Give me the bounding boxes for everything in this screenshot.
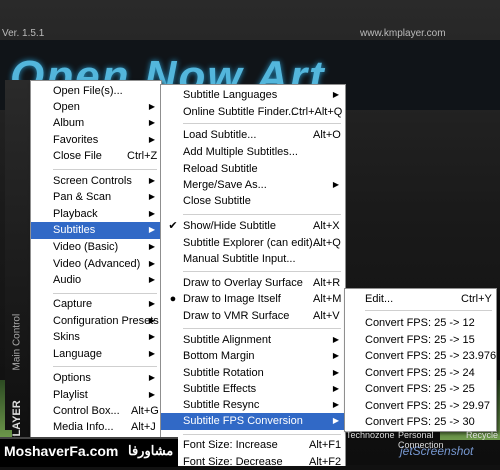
radio-dot-icon: ● [169,293,177,305]
desktop-label-technozone: Technozone [346,430,395,440]
menu-separator [183,328,341,329]
menu-item-fps-30[interactable]: Convert FPS: 25 -> 30 [345,414,496,430]
menu-item-manual-subtitle-input[interactable]: Manual Subtitle Input... [161,251,345,267]
chevron-right-icon: ▶ [332,384,339,393]
menu-item-playlist[interactable]: Playlist ▶ [31,387,161,403]
chevron-right-icon: ▶ [148,176,155,185]
menu-item-screen-controls[interactable]: Screen Controls ▶ [31,173,161,189]
menu-item-merge-save-as[interactable]: Merge/Save As... ▶ [161,177,345,193]
menu-item-pan-scan[interactable]: Pan & Scan ▶ [31,189,161,205]
chevron-right-icon: ▶ [148,316,155,325]
sidebar-section: Main Control [11,313,23,371]
menu-item-playback[interactable]: Playback ▶ [31,206,161,222]
menu-item-fps-15[interactable]: Convert FPS: 25 -> 15 [345,332,496,348]
menu-item-subtitle-effects[interactable]: Subtitle Effects ▶ [161,381,345,397]
menu-item-subtitle-fps-conversion[interactable]: Subtitle FPS Conversion ▶ [161,413,345,430]
menu-item-video-basic[interactable]: Video (Basic) ▶ [31,239,161,255]
sidebar-caption: KMPLAYER Main Control [5,80,30,461]
menu-item-configuration-presets[interactable]: Configuration Presets ▶ [31,313,161,329]
menu-item-draw-overlay-surface[interactable]: Draw to Overlay Surface Alt+R [161,275,345,291]
chevron-right-icon: ▶ [148,118,155,127]
chevron-right-icon: ▶ [332,368,339,377]
chevron-right-icon: ▶ [332,400,339,409]
menu-item-video-advanced[interactable]: Video (Advanced) ▶ [31,256,161,272]
chevron-right-icon: ▶ [148,225,155,234]
menu-separator [53,293,157,294]
fps-conversion-submenu: Edit... Ctrl+Y Convert FPS: 25 -> 12 Conv… [344,288,497,432]
main-menu: Open File(s)... Open ▶ Album ▶ Favorites ▶ … [30,80,162,438]
footer-brand-bar: MoshaverFa.com مشاورفا [0,437,178,467]
menu-item-capture[interactable]: Capture ▶ [31,296,161,312]
menu-item-media-info[interactable]: Media Info... Alt+J [31,419,161,435]
menu-item-bottom-margin[interactable]: Bottom Margin ▶ [161,348,345,364]
menu-separator [53,366,157,367]
chevron-right-icon: ▶ [148,102,155,111]
menu-item-fps-25[interactable]: Convert FPS: 25 -> 25 [345,381,496,397]
subtitles-submenu: Subtitle Languages ▶ Online Subtitle Find… [160,84,346,468]
menu-item-open-files[interactable]: Open File(s)... [31,83,161,99]
version-label: Ver. 1.5.1 [2,28,45,39]
menu-item-language[interactable]: Language ▶ [31,346,161,362]
chevron-right-icon: ▶ [148,259,155,268]
menu-separator [183,271,341,272]
chevron-right-icon: ▶ [148,373,155,382]
chevron-right-icon: ▶ [148,242,155,251]
menu-item-close-file[interactable]: Close File Ctrl+Z [31,148,161,164]
menu-item-fps-2997[interactable]: Convert FPS: 25 -> 29.97 [345,398,496,414]
menu-item-control-box[interactable]: Control Box... Alt+G [31,403,161,419]
menu-item-close-subtitle[interactable]: Close Subtitle [161,193,345,209]
chevron-right-icon: ▶ [148,332,155,341]
chevron-right-icon: ▶ [148,275,155,284]
menu-item-audio[interactable]: Audio ▶ [31,272,161,288]
menu-separator [365,310,492,311]
menu-item-draw-image-itself[interactable]: ● Draw to Image Itself Alt+M [161,291,345,307]
menu-item-font-size-increase[interactable]: Font Size: Increase Alt+F1 [161,437,345,453]
menu-item-album[interactable]: Album ▶ [31,115,161,131]
menu-item-favorites[interactable]: Favorites ▶ [31,132,161,148]
chevron-right-icon: ▶ [332,180,339,189]
footer-site-persian: مشاورفا [128,443,174,458]
desktop-label-recycle: Recycle [466,430,499,440]
menu-item-fps-24[interactable]: Convert FPS: 25 -> 24 [345,365,496,381]
chevron-right-icon: ▶ [148,209,155,218]
menu-item-options[interactable]: Options ▶ [31,370,161,386]
menu-item-subtitle-rotation[interactable]: Subtitle Rotation ▶ [161,365,345,381]
menu-item-subtitles[interactable]: Subtitles ▶ [31,222,161,239]
chevron-right-icon: ▶ [148,349,155,358]
menu-item-fps-23976[interactable]: Convert FPS: 25 -> 23.976 [345,348,496,364]
menu-item-fps-12[interactable]: Convert FPS: 25 -> 12 [345,315,496,331]
footer-site-latin: MoshaverFa.com [4,443,119,459]
menu-item-add-multiple-subtitles[interactable]: Add Multiple Subtitles... [161,144,345,160]
chevron-right-icon: ▶ [332,90,339,99]
menu-item-font-size-decrease[interactable]: Font Size: Decrease Alt+F2 [161,454,345,470]
menu-item-subtitle-languages[interactable]: Subtitle Languages ▶ [161,87,345,103]
chevron-right-icon: ▶ [148,135,155,144]
menu-separator [183,214,341,215]
menu-item-subtitle-alignment[interactable]: Subtitle Alignment ▶ [161,332,345,348]
chevron-right-icon: ▶ [332,335,339,344]
chevron-right-icon: ▶ [332,351,339,360]
chevron-right-icon: ▶ [332,416,339,425]
chevron-right-icon: ▶ [148,299,155,308]
menu-item-show-hide-subtitle[interactable]: ✔ Show/Hide Subtitle Alt+X [161,218,345,234]
menu-item-reload-subtitle[interactable]: Reload Subtitle [161,161,345,177]
chevron-right-icon: ▶ [148,192,155,201]
menu-item-subtitle-resync[interactable]: Subtitle Resync ▶ [161,397,345,413]
menu-item-load-subtitle[interactable]: Load Subtitle... Alt+O [161,127,345,143]
menu-item-fps-edit[interactable]: Edit... Ctrl+Y [345,291,496,307]
menu-separator [53,169,157,170]
menu-item-skins[interactable]: Skins ▶ [31,329,161,345]
watermark-jetscreenshot: jetScreenshot [400,444,474,458]
chevron-right-icon: ▶ [148,390,155,399]
menu-item-draw-vmr-surface[interactable]: Draw to VMR Surface Alt+V [161,308,345,324]
menu-item-open[interactable]: Open ▶ [31,99,161,115]
website-label: www.kmplayer.com [360,28,446,39]
menu-separator [183,123,341,124]
menu-item-subtitle-explorer[interactable]: Subtitle Explorer (can edit)... Alt+Q [161,235,345,251]
checkmark-icon: ✔ [168,220,178,232]
menu-item-online-subtitle-finder[interactable]: Online Subtitle Finder... Ctrl+Alt+Q [161,104,345,120]
menu-separator [183,434,341,435]
